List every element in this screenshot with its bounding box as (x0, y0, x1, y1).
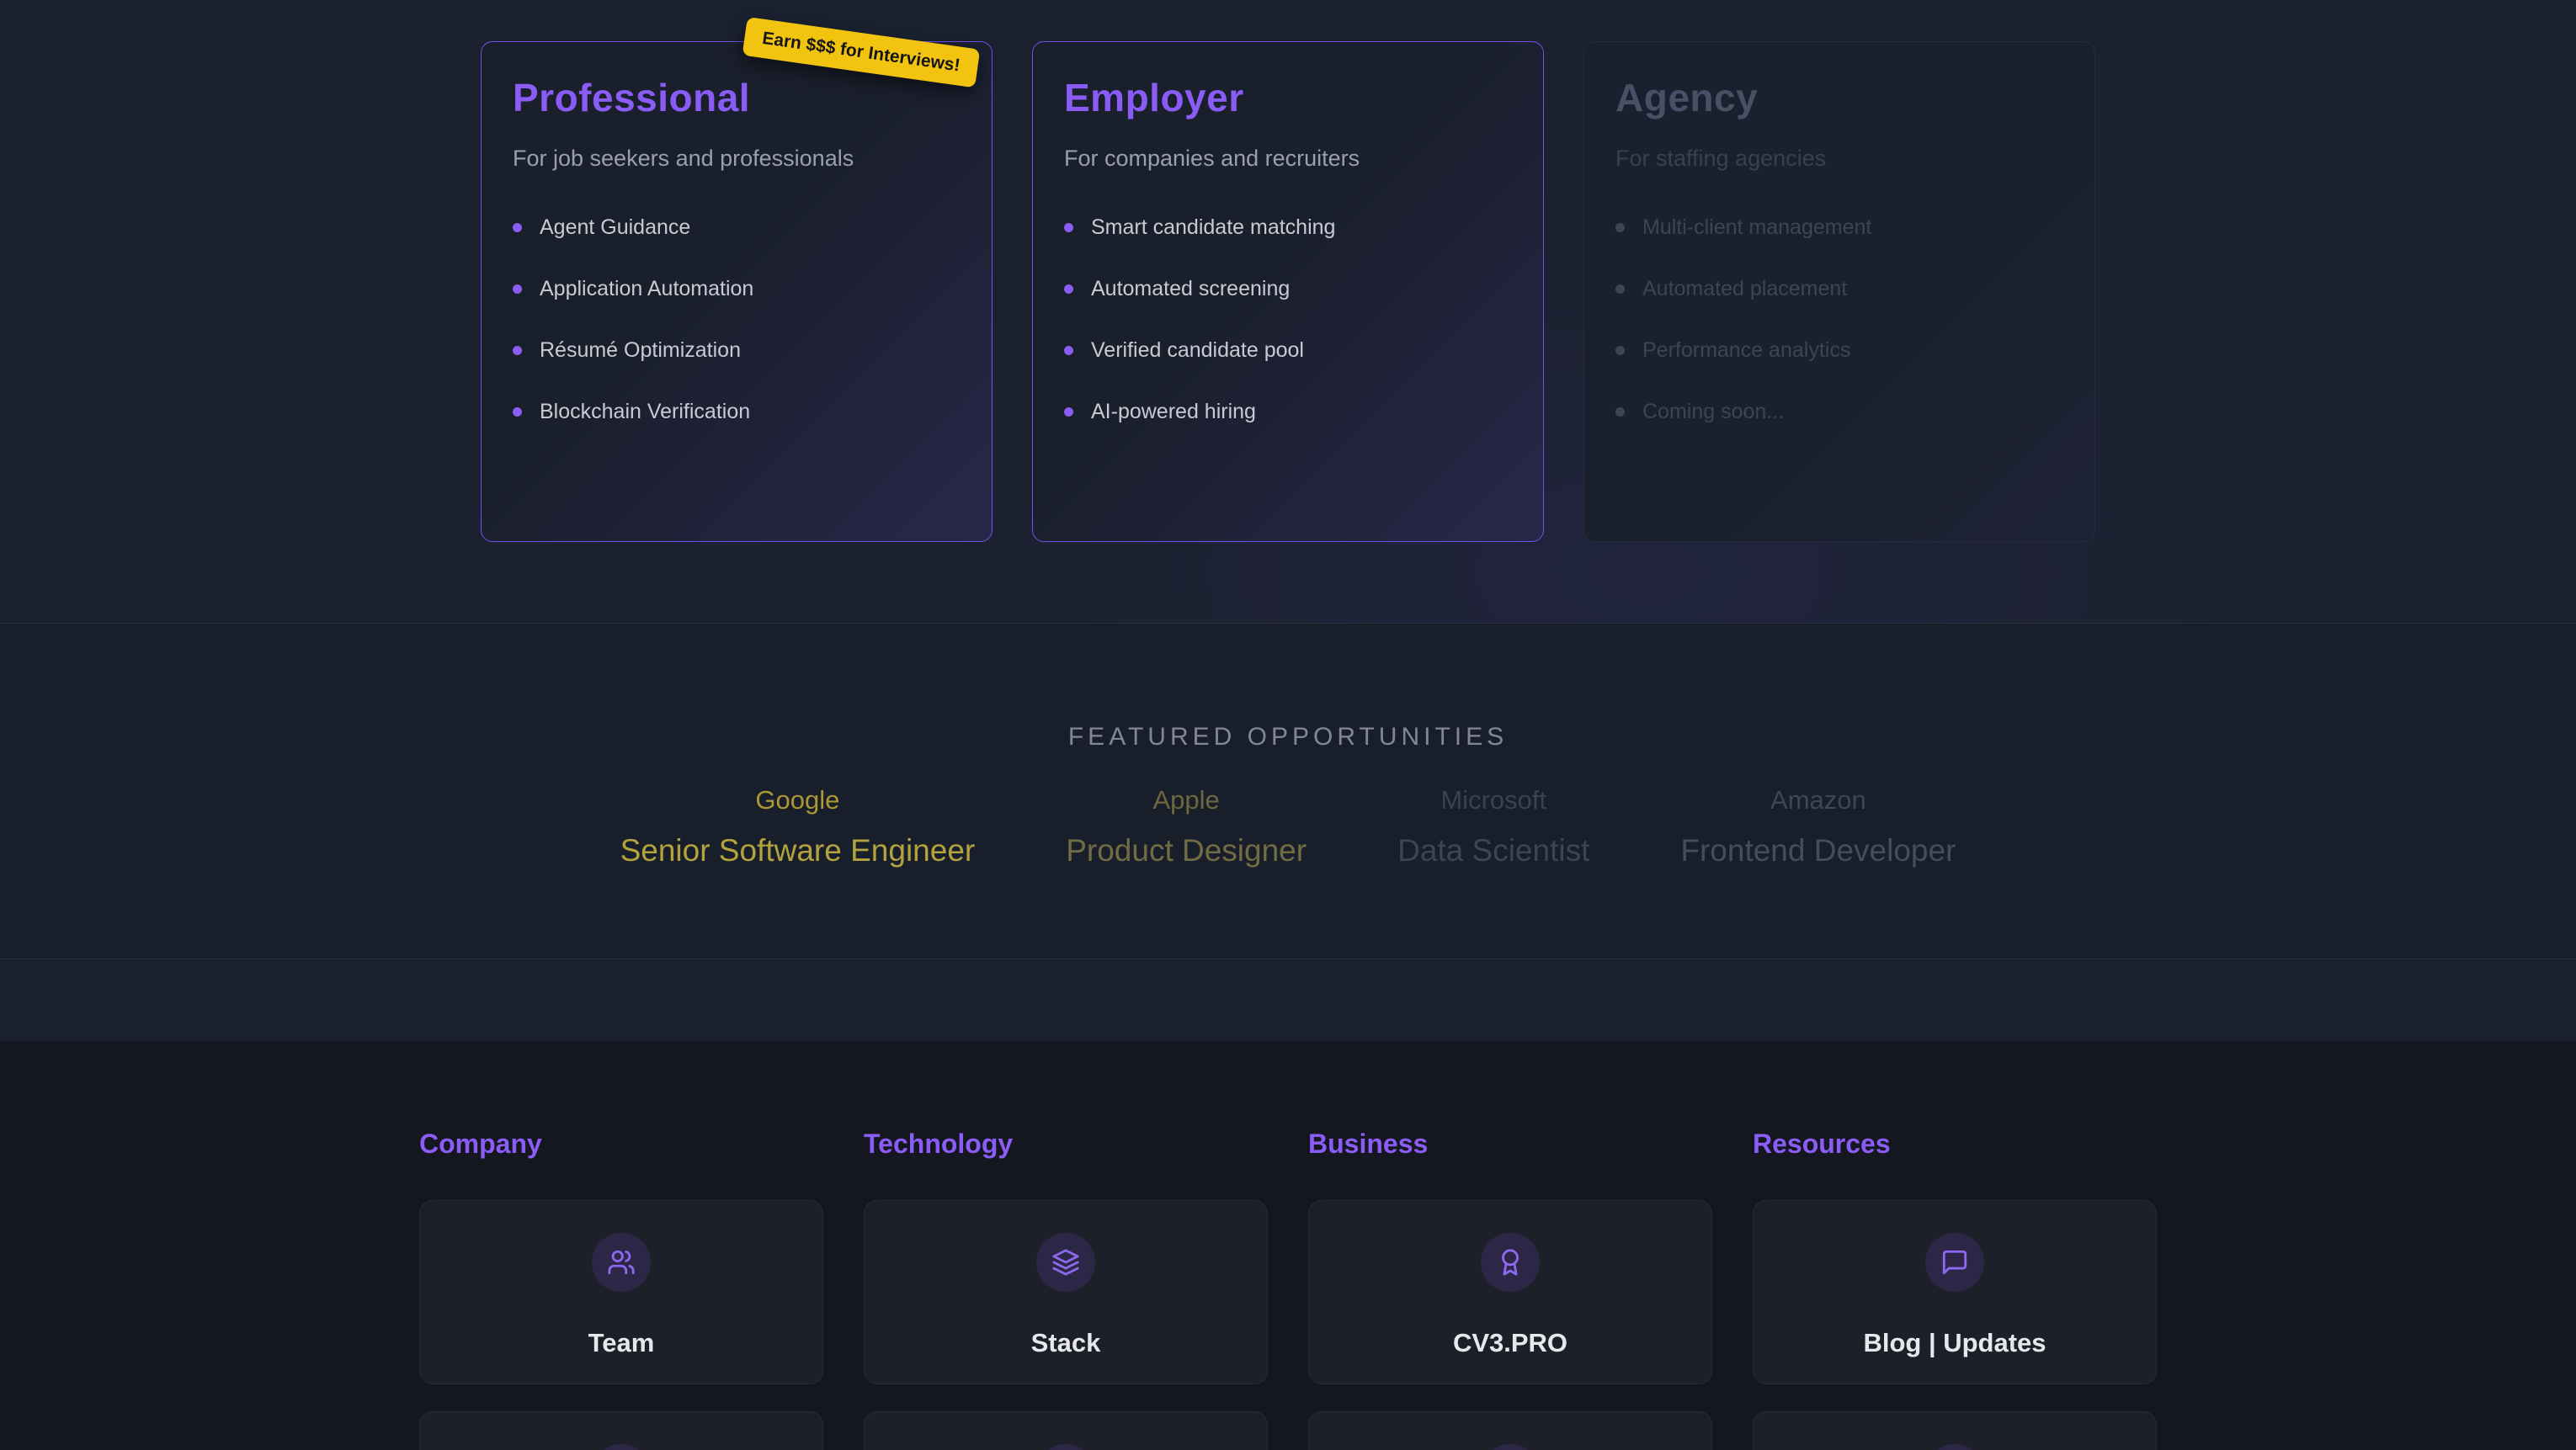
featured-job-item[interactable]: Apple Product Designer (1066, 785, 1307, 868)
footer-card-icon (1036, 1444, 1095, 1450)
feature-label: Coming soon... (1642, 400, 1784, 424)
job-title: Frontend Developer (1680, 833, 1956, 868)
persona-card-title: Professional (513, 75, 961, 120)
bullet-dot-icon (513, 346, 522, 355)
feature-label: Agent Guidance (540, 215, 690, 240)
footer-card-label: Team (588, 1328, 655, 1358)
feature-item: Application Automation (513, 277, 961, 301)
persona-card-subtitle: For staffing agencies (1615, 146, 2063, 172)
footer-column: Resources Blog | Updates (1753, 1129, 2157, 1450)
bullet-dot-icon (513, 407, 522, 417)
footer-card-icon (1925, 1444, 1984, 1450)
persona-card-title: Agency (1615, 75, 2063, 120)
footer-link-card-partial[interactable] (419, 1411, 823, 1450)
footer-column: Company Team (419, 1129, 823, 1450)
personas-section: Earn $$$ for Interviews! Professional Fo… (0, 0, 2576, 624)
footer-link-card-partial[interactable] (864, 1411, 1268, 1450)
layers-icon (1036, 1233, 1095, 1292)
job-title: Senior Software Engineer (620, 833, 976, 868)
feature-item: AI-powered hiring (1064, 400, 1512, 424)
featured-jobs-carousel: Google Senior Software Engineer Apple Pr… (0, 785, 2576, 868)
footer-columns: Company Team Technology Stack Business C… (0, 1129, 2576, 1450)
footer-link-card[interactable]: Team (419, 1200, 823, 1384)
featured-job-item[interactable]: Amazon Frontend Developer (1680, 785, 1956, 868)
job-company-name: Google (620, 785, 976, 815)
footer-link-card-partial[interactable] (1308, 1411, 1712, 1450)
feature-label: Blockchain Verification (540, 400, 750, 424)
footer-card-icon (1481, 1444, 1540, 1450)
featured-job-item[interactable]: Microsoft Data Scientist (1397, 785, 1589, 868)
footer-column-heading: Company (419, 1129, 823, 1160)
feature-item: Smart candidate matching (1064, 215, 1512, 240)
footer-card-label: Blog | Updates (1863, 1328, 2046, 1358)
feature-label: Application Automation (540, 277, 753, 301)
footer-column: Technology Stack (864, 1129, 1268, 1450)
footer-card-label: Stack (1031, 1328, 1101, 1358)
bullet-dot-icon (1615, 223, 1625, 232)
feature-label: Verified candidate pool (1091, 338, 1304, 363)
bullet-dot-icon (1615, 407, 1625, 417)
bullet-dot-icon (513, 223, 522, 232)
footer-link-card-partial[interactable] (1753, 1411, 2157, 1450)
persona-feature-list: Smart candidate matching Automated scree… (1064, 215, 1512, 424)
footer-column: Business CV3.PRO (1308, 1129, 1712, 1450)
job-company-name: Microsoft (1397, 785, 1589, 815)
persona-card[interactable]: Professional For job seekers and profess… (481, 41, 993, 542)
persona-feature-list: Agent Guidance Application Automation Ré… (513, 215, 961, 424)
feature-item: Performance analytics (1615, 338, 2063, 363)
bullet-dot-icon (1615, 346, 1625, 355)
feature-item: Multi-client management (1615, 215, 2063, 240)
persona-card-subtitle: For job seekers and professionals (513, 146, 961, 172)
feature-label: Performance analytics (1642, 338, 1850, 363)
footer-link-card[interactable]: CV3.PRO (1308, 1200, 1712, 1384)
footer: Company Team Technology Stack Business C… (0, 1041, 2576, 1450)
featured-job-item[interactable]: Google Senior Software Engineer (620, 785, 976, 868)
bullet-dot-icon (1064, 223, 1073, 232)
job-company-name: Apple (1066, 785, 1307, 815)
bullet-dot-icon (1615, 284, 1625, 294)
featured-heading: FEATURED OPPORTUNITIES (0, 624, 2576, 752)
users-icon (592, 1233, 651, 1292)
feature-item: Verified candidate pool (1064, 338, 1512, 363)
feature-label: Smart candidate matching (1091, 215, 1335, 240)
job-company-name: Amazon (1680, 785, 1956, 815)
feature-label: Automated screening (1091, 277, 1290, 301)
bullet-dot-icon (1064, 407, 1073, 417)
footer-column-heading: Business (1308, 1129, 1712, 1160)
footer-card-label: CV3.PRO (1453, 1328, 1567, 1358)
featured-opportunities-section: FEATURED OPPORTUNITIES Google Senior Sof… (0, 624, 2576, 959)
award-icon (1481, 1233, 1540, 1292)
footer-card-icon (592, 1444, 651, 1450)
footer-column-heading: Resources (1753, 1129, 2157, 1160)
landing-page: Earn $$$ for Interviews! Professional Fo… (0, 0, 2576, 1450)
section-spacer-band (0, 959, 2576, 1041)
footer-link-card[interactable]: Blog | Updates (1753, 1200, 2157, 1384)
bullet-dot-icon (513, 284, 522, 294)
bullet-dot-icon (1064, 346, 1073, 355)
footer-link-card[interactable]: Stack (864, 1200, 1268, 1384)
persona-cards-row: Professional For job seekers and profess… (0, 0, 2576, 542)
feature-label: Automated placement (1642, 277, 1847, 301)
persona-feature-list: Multi-client management Automated placem… (1615, 215, 2063, 424)
bullet-dot-icon (1064, 284, 1073, 294)
job-title: Data Scientist (1397, 833, 1589, 868)
persona-card[interactable]: Employer For companies and recruiters Sm… (1032, 41, 1544, 542)
feature-item: Automated placement (1615, 277, 2063, 301)
feature-item: Agent Guidance (513, 215, 961, 240)
feature-item: Automated screening (1064, 277, 1512, 301)
feature-label: Résumé Optimization (540, 338, 741, 363)
footer-column-heading: Technology (864, 1129, 1268, 1160)
message-icon (1925, 1233, 1984, 1292)
feature-item: Résumé Optimization (513, 338, 961, 363)
persona-card-subtitle: For companies and recruiters (1064, 146, 1512, 172)
feature-item: Blockchain Verification (513, 400, 961, 424)
persona-card[interactable]: Agency For staffing agencies Multi-clien… (1583, 41, 2095, 542)
persona-card-title: Employer (1064, 75, 1512, 120)
feature-label: Multi-client management (1642, 215, 1871, 240)
feature-label: AI-powered hiring (1091, 400, 1256, 424)
feature-item: Coming soon... (1615, 400, 2063, 424)
job-title: Product Designer (1066, 833, 1307, 868)
